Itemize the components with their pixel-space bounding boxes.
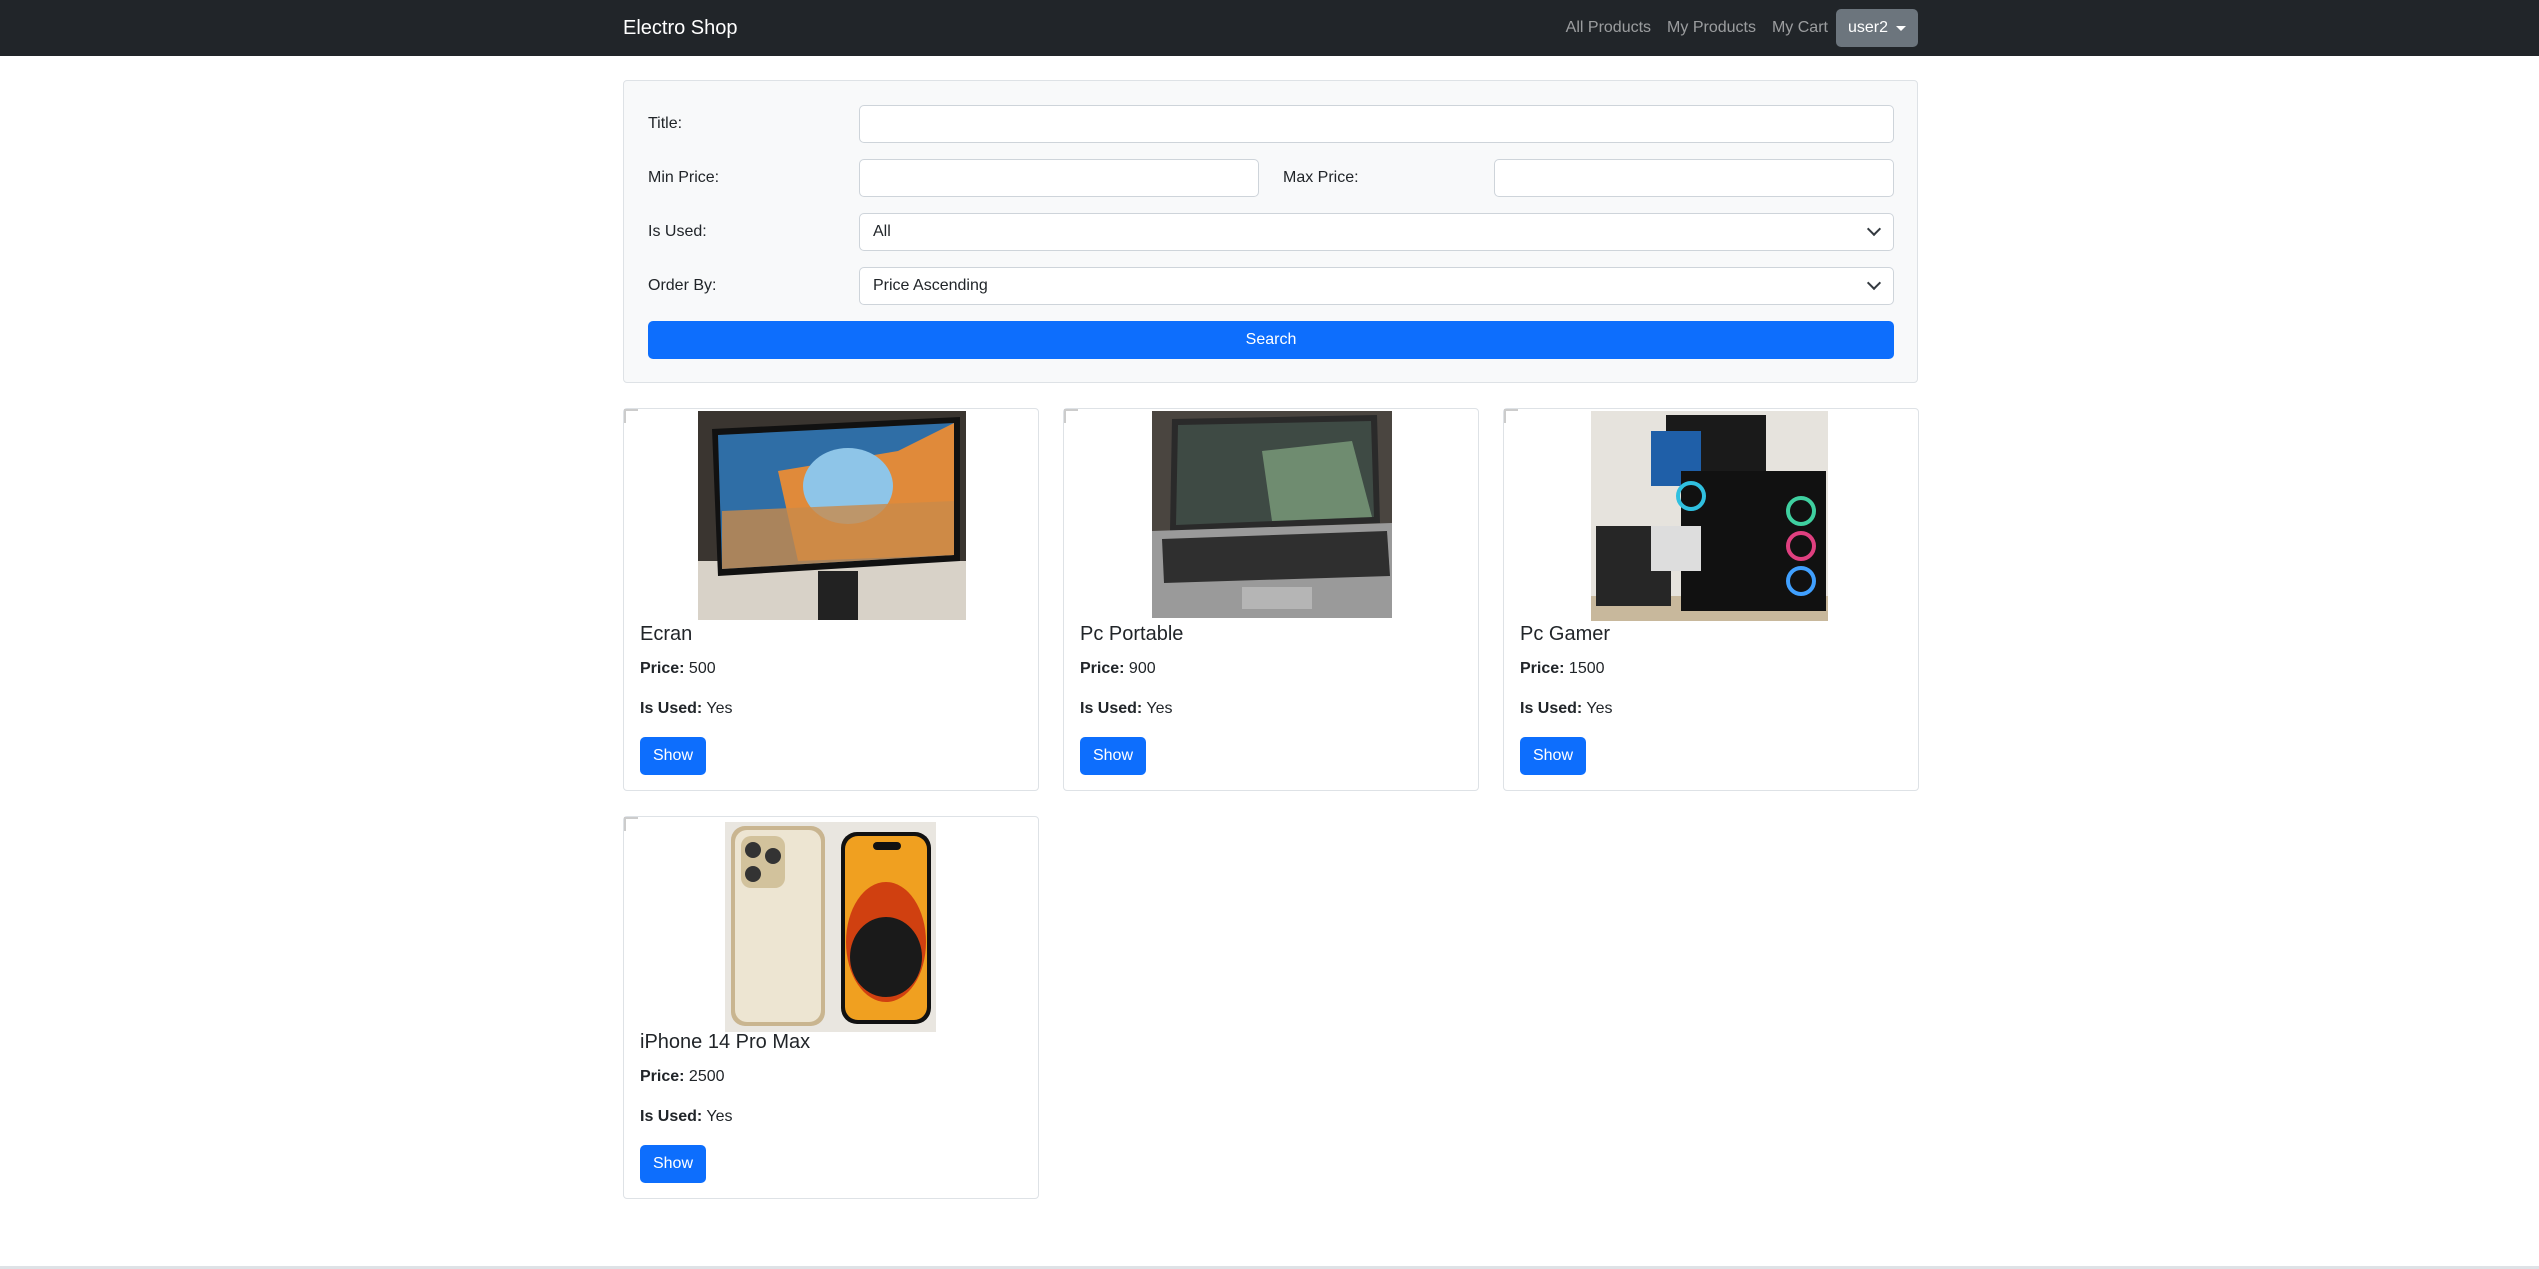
brand-link[interactable]: Electro Shop xyxy=(623,16,738,40)
search-button[interactable]: Search xyxy=(648,321,1894,359)
nav-all-products[interactable]: All Products xyxy=(1566,16,1651,40)
product-title: Ecran xyxy=(640,623,693,645)
show-button[interactable]: Show xyxy=(640,1145,706,1183)
search-form: Title: Min Price: Max Price: Is Used: Al… xyxy=(623,80,1918,383)
image-placeholder-corner xyxy=(624,409,638,423)
product-title: Pc Gamer xyxy=(1520,623,1611,645)
nav-my-products[interactable]: My Products xyxy=(1667,16,1756,40)
is-used-select[interactable]: All xyxy=(859,213,1894,251)
product-title: iPhone 14 Pro Max xyxy=(640,1031,811,1053)
show-button[interactable]: Show xyxy=(640,737,706,775)
image-placeholder-corner xyxy=(624,817,638,831)
product-is-used: Is Used: Yes xyxy=(640,1108,733,1125)
max-price-input[interactable] xyxy=(1494,159,1894,197)
title-input[interactable] xyxy=(859,105,1894,143)
is-used-value: All xyxy=(873,223,891,240)
is-used-label: Is Used: xyxy=(648,223,707,240)
product-title: Pc Portable xyxy=(1080,623,1184,645)
order-by-select[interactable]: Price Ascending xyxy=(859,267,1894,305)
max-price-label: Max Price: xyxy=(1283,169,1359,186)
product-card: Ecran Price: 500 Is Used: Yes Show xyxy=(623,408,1039,791)
product-card: iPhone 14 Pro Max Price: 2500 Is Used: Y… xyxy=(623,816,1039,1199)
nav-my-cart[interactable]: My Cart xyxy=(1772,16,1828,40)
caret-down-icon xyxy=(1896,25,1906,31)
product-is-used: Is Used: Yes xyxy=(1520,700,1613,717)
order-by-label: Order By: xyxy=(648,277,717,294)
product-price: Price: 500 xyxy=(640,660,716,677)
product-price: Price: 1500 xyxy=(1520,660,1605,677)
min-price-label: Min Price: xyxy=(648,169,720,186)
chevron-down-icon xyxy=(1866,221,1882,237)
product-image-laptop xyxy=(1152,411,1392,618)
user-name: user2 xyxy=(1847,19,1888,36)
product-card: Pc Portable Price: 900 Is Used: Yes Show xyxy=(1063,408,1479,791)
chevron-down-icon xyxy=(1866,275,1882,291)
image-placeholder-corner xyxy=(1504,409,1518,423)
product-image-monitor xyxy=(698,411,966,620)
product-card: Pc Gamer Price: 1500 Is Used: Yes Show xyxy=(1503,408,1919,791)
min-price-input[interactable] xyxy=(859,159,1259,197)
show-button[interactable]: Show xyxy=(1080,737,1146,775)
order-by-value: Price Ascending xyxy=(873,277,988,294)
product-image-gaming-pc xyxy=(1591,411,1828,621)
image-placeholder-corner xyxy=(1064,409,1078,423)
user-dropdown-button[interactable]: user2 xyxy=(1835,9,1918,47)
product-price: Price: 2500 xyxy=(640,1068,725,1085)
title-label: Title: xyxy=(648,115,683,132)
nav-links: All Products My Products My Cart user2 xyxy=(1550,8,1918,48)
top-navbar: Electro Shop All Products My Products My… xyxy=(0,0,2539,56)
show-button[interactable]: Show xyxy=(1520,737,1586,775)
product-price: Price: 900 xyxy=(1080,660,1156,677)
product-image-iphone xyxy=(725,822,936,1032)
product-is-used: Is Used: Yes xyxy=(640,700,733,717)
product-is-used: Is Used: Yes xyxy=(1080,700,1173,717)
